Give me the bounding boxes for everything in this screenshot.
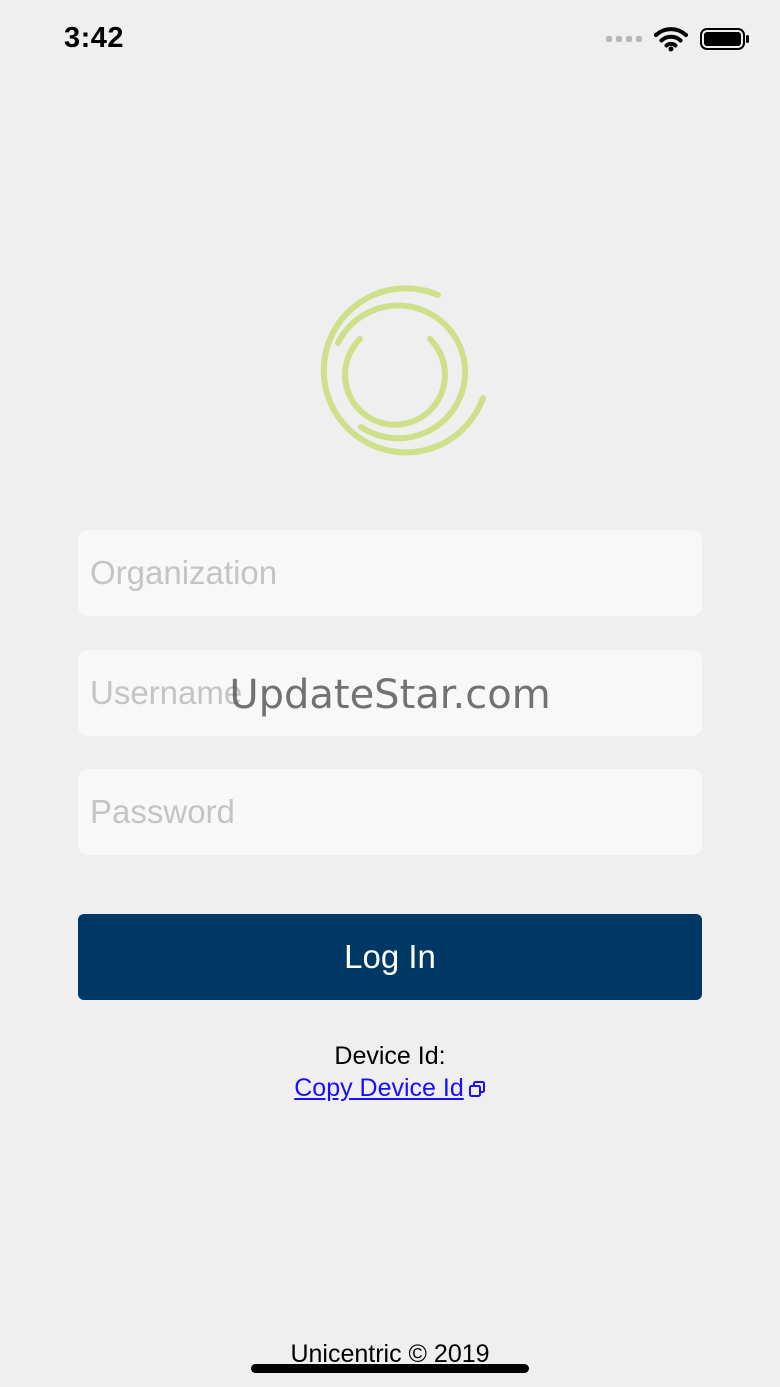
copy-device-id-label: Copy Device Id	[294, 1074, 464, 1102]
organization-input[interactable]	[78, 530, 702, 616]
login-button[interactable]: Log In	[78, 914, 702, 1000]
device-id-label: Device Id:	[334, 1042, 446, 1070]
status-icons	[606, 26, 750, 52]
battery-icon	[700, 28, 749, 50]
password-input[interactable]	[78, 769, 702, 855]
home-indicator[interactable]	[251, 1364, 529, 1373]
username-input[interactable]	[78, 650, 702, 736]
status-time: 3:42	[64, 22, 125, 54]
login-button-label: Log In	[344, 938, 436, 975]
status-bar: 3:42	[0, 0, 780, 80]
cellular-signal-icon	[606, 36, 642, 42]
copy-device-id-link[interactable]: Copy Device Id	[294, 1074, 464, 1102]
wifi-icon	[654, 27, 688, 52]
unicentric-logo	[320, 285, 486, 456]
copy-icon[interactable]	[468, 1080, 486, 1098]
copy-device-id-row: Copy Device Id	[0, 1074, 780, 1103]
